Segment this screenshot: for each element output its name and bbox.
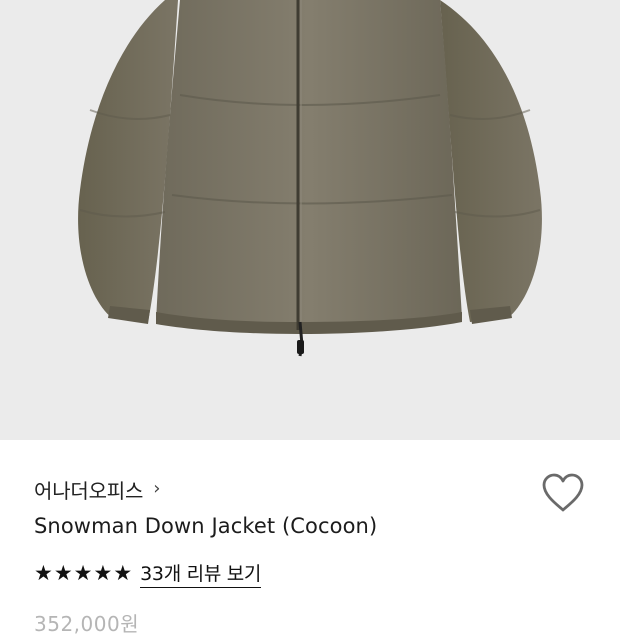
star-filled-icon: ★ [113, 560, 133, 585]
rating-row: ★ ★ ★ ★ ★ 33개 리뷰 보기 [34, 559, 261, 588]
heart-outline-icon[interactable] [540, 472, 586, 514]
chevron-right-icon: › [153, 477, 161, 499]
star-filled-icon: ★ [93, 560, 113, 585]
brand-name[interactable]: 어나더오피스 [34, 475, 143, 504]
star-filled-icon: ★ [73, 560, 93, 585]
product-image[interactable] [0, 0, 620, 440]
star-filled-icon: ★ [34, 560, 53, 585]
brand-link[interactable]: 어나더오피스 › [34, 475, 161, 504]
jacket-illustration [78, 0, 542, 357]
star-rating: ★ ★ ★ ★ ★ [34, 560, 133, 585]
product-price: 352,000원 [34, 612, 140, 636]
product-title: Snowman Down Jacket (Cocoon) [34, 514, 378, 538]
reviews-link[interactable]: 33개 리뷰 보기 [140, 559, 261, 588]
star-filled-icon: ★ [53, 560, 73, 585]
